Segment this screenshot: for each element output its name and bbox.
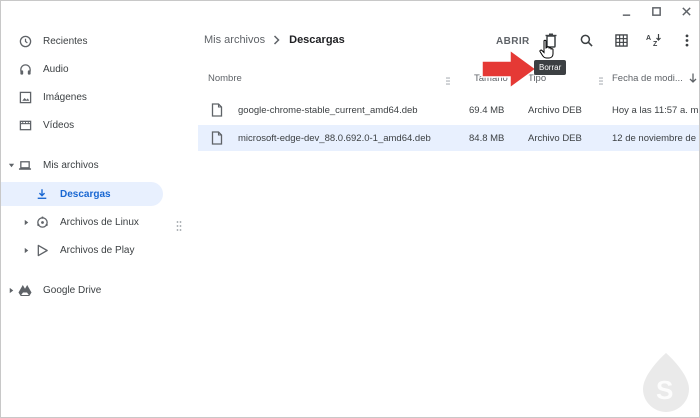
tooltip: Borrar xyxy=(534,60,567,75)
clock-icon xyxy=(18,34,32,48)
file-type: Archivo DEB xyxy=(528,105,582,116)
sidebar: Recientes Audio Imágenes Vídeos Mis arch… xyxy=(1,27,171,417)
grid-view-icon[interactable] xyxy=(613,32,629,48)
files-app-window: Recientes Audio Imágenes Vídeos Mis arch… xyxy=(0,0,700,418)
expand-down-icon[interactable] xyxy=(7,161,15,169)
sidebar-item-label: Google Drive xyxy=(43,284,102,296)
hand-cursor-icon xyxy=(538,39,556,59)
play-icon xyxy=(35,243,49,257)
watermark-logo-icon: S xyxy=(637,351,695,415)
annotation-arrow-icon xyxy=(480,47,540,91)
svg-text:Z: Z xyxy=(653,41,658,47)
file-name: microsoft-edge-dev_88.0.692.0-1_amd64.de… xyxy=(238,133,431,144)
sidebar-item-label: Recientes xyxy=(43,35,88,47)
sidebar-item-label: Archivos de Play xyxy=(60,244,135,256)
sidebar-item-label: Vídeos xyxy=(43,119,75,131)
file-icon xyxy=(211,103,223,117)
close-icon[interactable] xyxy=(679,4,693,18)
column-resize-handle[interactable] xyxy=(446,73,450,85)
file-type: Archivo DEB xyxy=(528,133,582,144)
sort-arrow-down-icon[interactable] xyxy=(689,73,697,86)
file-date: 12 de noviembre de 2... xyxy=(612,133,699,144)
sidebar-item-label: Descargas xyxy=(60,188,111,200)
file-row-selected[interactable]: microsoft-edge-dev_88.0.692.0-1_amd64.de… xyxy=(198,125,699,151)
sidebar-item-label: Archivos de Linux xyxy=(60,216,139,228)
expand-right-icon[interactable] xyxy=(22,218,30,226)
file-size: 84.8 MB xyxy=(469,133,505,144)
svg-text:S: S xyxy=(656,375,673,405)
open-button[interactable]: ABRIR xyxy=(496,36,530,47)
file-name: google-chrome-stable_current_amd64.deb xyxy=(238,105,418,116)
search-icon[interactable] xyxy=(578,32,594,48)
sidebar-item-descargas[interactable]: Descargas xyxy=(1,182,163,206)
expand-right-icon[interactable] xyxy=(22,246,30,254)
video-icon xyxy=(18,118,32,132)
sidebar-item-label: Audio xyxy=(43,63,69,75)
image-icon xyxy=(18,90,32,104)
file-row[interactable]: google-chrome-stable_current_amd64.deb 6… xyxy=(198,97,700,123)
sidebar-resize-handle[interactable] xyxy=(176,219,182,231)
download-icon xyxy=(35,187,49,201)
column-resize-handle[interactable] xyxy=(599,73,603,85)
breadcrumb: Mis archivos Descargas xyxy=(204,34,345,46)
maximize-icon[interactable] xyxy=(649,4,663,18)
linux-icon xyxy=(35,215,49,229)
sort-az-icon[interactable]: AZ xyxy=(646,32,662,48)
expand-right-icon[interactable] xyxy=(7,286,15,294)
file-date: Hoy a las 11:57 a. m. xyxy=(612,105,700,116)
minimize-icon[interactable] xyxy=(619,4,633,18)
file-icon xyxy=(211,131,223,145)
column-header-name[interactable]: Nombre xyxy=(208,73,242,84)
headphones-icon xyxy=(18,62,32,76)
drive-icon xyxy=(18,283,32,297)
breadcrumb-root[interactable]: Mis archivos xyxy=(204,34,265,46)
sidebar-item-label: Imágenes xyxy=(43,91,87,103)
file-size: 69.4 MB xyxy=(469,105,505,116)
svg-text:A: A xyxy=(646,35,651,42)
sidebar-item-label: Mis archivos xyxy=(43,159,99,171)
window-controls xyxy=(619,4,693,18)
laptop-icon xyxy=(18,158,32,172)
chevron-right-icon xyxy=(273,35,281,45)
more-vert-icon[interactable] xyxy=(679,32,695,48)
breadcrumb-current: Descargas xyxy=(289,34,345,46)
column-header-date[interactable]: Fecha de modi... xyxy=(612,73,683,84)
